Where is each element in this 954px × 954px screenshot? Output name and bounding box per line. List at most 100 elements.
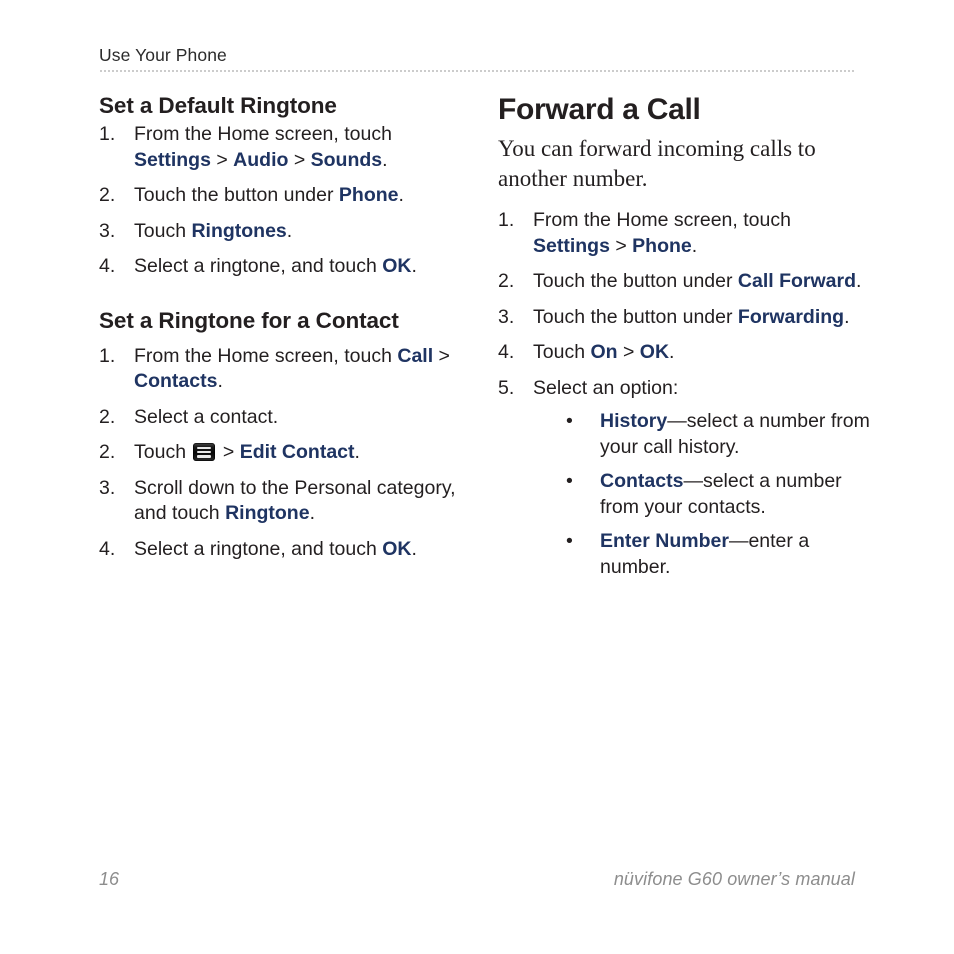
bullet-body: Contacts—select a number from your conta… (600, 470, 842, 518)
numbered-step: 3. Touch Ringtones. (99, 219, 469, 245)
ui-term: OK (639, 341, 670, 363)
numbered-step: 4. Select a ringtone, and touch OK. (99, 537, 469, 563)
ui-term: Audio (233, 148, 289, 171)
left-sections-container: Set a Default Ringtone 1. From the Home sc… (99, 92, 469, 562)
step-text: Select a ringtone, and touch (134, 537, 383, 560)
step-text: . (844, 305, 850, 328)
numbered-step: 2. Touch the button under Phone. (99, 183, 469, 209)
bullet-marker-icon: • (566, 410, 573, 432)
step-text: . (411, 255, 417, 277)
step-text: From the Home screen, touch (134, 123, 392, 145)
step-number: 1. (99, 123, 116, 145)
step-number: 4. (99, 255, 116, 277)
numbered-step: 4. Touch On > OK. (498, 340, 870, 366)
step-body: From the Home screen, touch Settings > P… (533, 208, 870, 259)
numbered-step: 2. Touch the button under Call Forward. (498, 269, 870, 295)
step-text: . (354, 441, 360, 463)
section-heading: Set a Ringtone for a Contact (99, 307, 399, 333)
step-text: > (288, 148, 311, 171)
list-item: • Enter Number—enter a number. (566, 529, 870, 580)
step-number: 3. (99, 219, 116, 242)
step-text: . (691, 234, 698, 257)
step-text: . (411, 537, 417, 560)
step-number: 1. (498, 209, 515, 231)
manual-page: Use Your Phone Set a Default Ringtone 1. F… (0, 0, 954, 954)
step-body: Touch > Edit Contact. (134, 440, 469, 466)
ui-term: Settings (134, 148, 211, 171)
step-body: Select a ringtone, and touch OK. (134, 254, 469, 280)
numbered-step: 4. Select a ringtone, and touch OK. (99, 254, 469, 280)
step-text: > (210, 148, 234, 171)
step-text: Touch the button under (533, 305, 738, 328)
ui-term: Edit Contact (239, 441, 355, 463)
step-body: Touch Ringtones. (134, 219, 469, 245)
step-text: > (433, 344, 450, 367)
step-text: > (617, 341, 640, 363)
running-header: Use Your Phone (99, 44, 859, 66)
ui-term: Call (397, 344, 434, 367)
ui-term: History (600, 410, 668, 432)
step-number: 1. (99, 344, 116, 367)
intro-paragraph: You can forward incoming calls to anothe… (498, 136, 816, 191)
step-text: Touch the button under (533, 270, 738, 292)
step-text: From the Home screen, touch (533, 209, 791, 231)
step-number: 4. (498, 341, 515, 363)
ui-term: OK (382, 537, 412, 560)
section-heading: Set a Default Ringtone (99, 93, 337, 118)
step-number: 5. (498, 376, 515, 399)
step-text: . (286, 219, 293, 242)
right-steps-container: 1. From the Home screen, touch Settings >… (498, 208, 870, 580)
step-text: Touch (134, 441, 192, 463)
ui-term: OK (382, 255, 412, 277)
ui-term: Enter Number (600, 530, 729, 552)
step-text: > (609, 234, 633, 257)
ui-term: Contacts (600, 470, 684, 492)
step-number: 3. (498, 305, 515, 328)
page-number: 16 (99, 869, 120, 889)
page-footer: 16 nüvifone G60 owner’s manual (99, 866, 855, 894)
numbered-step: 3. Scroll down to the Personal category, … (99, 476, 469, 527)
step-text: . (382, 148, 388, 171)
step-text: . (309, 502, 315, 524)
step-number: 2. (99, 441, 116, 463)
ui-term: Phone (632, 234, 692, 257)
step-text: Select a ringtone, and touch (134, 255, 383, 277)
numbered-step: 3. Touch the button under Forwarding. (498, 305, 870, 331)
step-number: 3. (99, 476, 116, 499)
step-body: Touch the button under Phone. (134, 183, 469, 209)
running-header-text: Use Your Phone (99, 45, 227, 65)
step-text: . (217, 370, 223, 392)
step-text: > (217, 441, 240, 463)
ui-term: Call Forward (737, 270, 857, 292)
step-body: From the Home screen, touch Call > Conta… (134, 344, 469, 395)
page-title: Forward a Call (498, 93, 701, 126)
step-body: Touch the button under Call Forward. (533, 269, 870, 295)
step-number: 2. (99, 184, 116, 206)
step-text: . (669, 341, 675, 363)
option-bullet-list: • History—select a number from your call … (533, 409, 870, 580)
step-text: From the Home screen, touch (134, 344, 398, 367)
numbered-step: 5. Select an option: • History—select a num… (498, 376, 870, 581)
numbered-step: 1. From the Home screen, touch Call > Con… (99, 344, 469, 395)
step-body: From the Home screen, touch Settings > A… (134, 122, 469, 173)
manual-title: nüvifone G60 owner’s manual (613, 869, 855, 889)
step-text: Touch (134, 219, 192, 242)
step-text: Touch (533, 341, 591, 363)
ui-term: Settings (533, 234, 610, 257)
ui-term: On (590, 341, 618, 363)
step-body: Touch On > OK. (533, 340, 870, 366)
step-number: 4. (99, 537, 116, 560)
left-column: Set a Default Ringtone 1. From the Home sc… (99, 92, 469, 562)
step-body: Select a contact. (134, 405, 469, 431)
bullet-body: History—select a number from your call h… (600, 410, 870, 458)
step-number: 2. (99, 405, 116, 428)
numbered-step: 1. From the Home screen, touch Settings >… (498, 208, 870, 259)
step-text: Touch the button under (134, 184, 339, 206)
step-text: Select a contact. (134, 405, 279, 428)
numbered-step: 2. Touch > Edit Contact. (99, 440, 469, 466)
step-body: Scroll down to the Personal category, an… (134, 476, 469, 527)
ui-term: Ringtone (225, 502, 310, 524)
step-body: Select an option: (533, 376, 870, 402)
step-text: Select an option: (533, 376, 679, 399)
ui-term: Forwarding (737, 305, 845, 328)
